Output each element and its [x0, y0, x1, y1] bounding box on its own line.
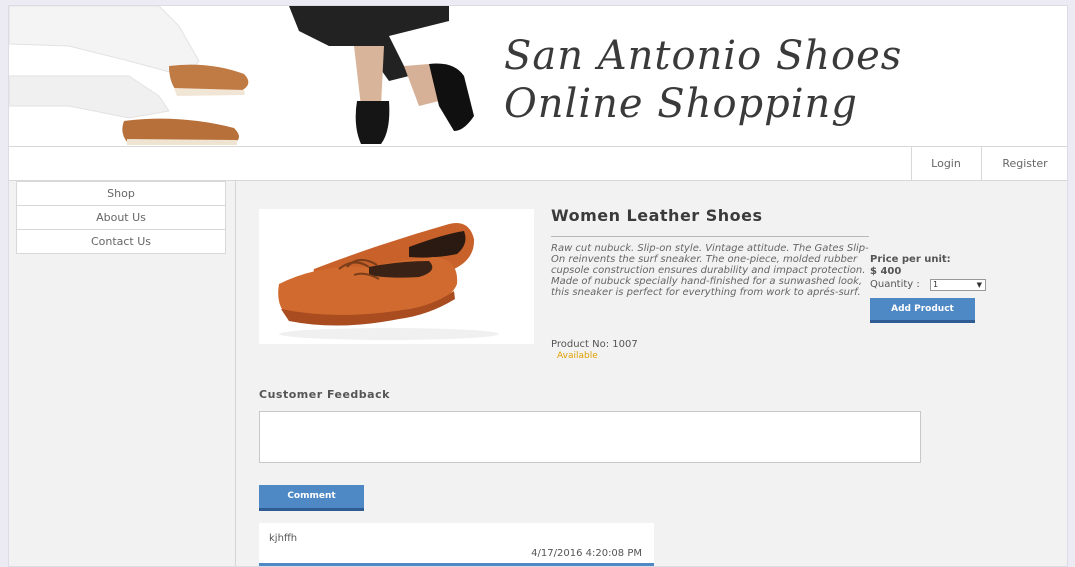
add-product-button[interactable]: Add Product: [870, 298, 975, 323]
register-link[interactable]: Register: [981, 147, 1067, 180]
product-number: Product No: 1007: [551, 339, 638, 350]
title-divider: [551, 236, 869, 237]
site-title: San Antonio Shoes Online Shopping: [504, 33, 903, 127]
banner-shoes-image: [9, 6, 474, 145]
shoe-image: [278, 223, 499, 340]
price-label: Price per unit:: [870, 254, 951, 265]
comment-author: kjhffh: [269, 533, 298, 544]
quantity-select[interactable]: 1 ▼: [930, 279, 986, 291]
price-value: $ 400: [870, 266, 902, 277]
product-description: Raw cut nubuck. Slip-on style. Vintage a…: [551, 243, 869, 298]
feedback-label: Customer Feedback: [259, 388, 390, 401]
availability-status: Available: [557, 351, 598, 361]
sidebar-item-shop[interactable]: Shop: [16, 181, 226, 206]
quantity-value: 1: [933, 280, 939, 289]
sidebar-nav: Shop About Us Contact Us: [16, 181, 226, 254]
sidebar-item-about-us[interactable]: About Us: [16, 206, 226, 230]
feedback-textarea[interactable]: [259, 411, 921, 463]
comment-timestamp: 4/17/2016 4:20:08 PM: [531, 548, 642, 559]
product-title: Women Leather Shoes: [551, 206, 763, 225]
login-link[interactable]: Login: [911, 147, 980, 180]
header-banner: San Antonio Shoes Online Shopping: [9, 6, 1067, 146]
quantity-label: Quantity :: [870, 279, 920, 290]
product-image[interactable]: [259, 209, 534, 344]
sidebar-item-contact-us[interactable]: Contact Us: [16, 230, 226, 254]
page: San Antonio Shoes Online Shopping Login …: [8, 5, 1068, 567]
content-divider: [235, 181, 236, 566]
top-navbar: Login Register: [9, 146, 1067, 181]
comment-item: kjhffh 4/17/2016 4:20:08 PM: [259, 523, 654, 566]
comment-button[interactable]: Comment: [259, 485, 364, 511]
chevron-down-icon: ▼: [976, 281, 982, 289]
